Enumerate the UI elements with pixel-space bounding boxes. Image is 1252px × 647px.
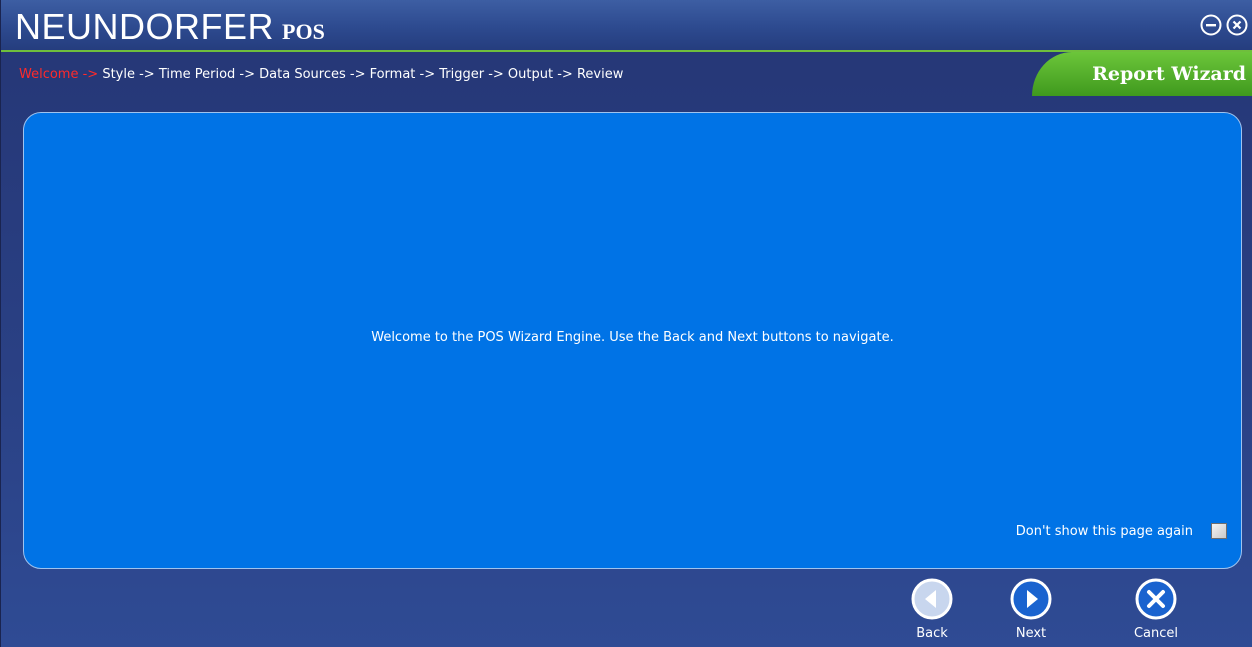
wizard-steps-breadcrumb: Welcome -> Style -> Time Period -> Data …	[19, 66, 623, 84]
report-wizard-tab: Report Wizard	[1032, 52, 1252, 96]
minimize-icon[interactable]	[1199, 13, 1223, 37]
app-logo: NEUNDORFER POS	[15, 6, 325, 48]
welcome-message: Welcome to the POS Wizard Engine. Use th…	[371, 330, 894, 345]
breadcrumb-active-step: Welcome ->	[19, 67, 99, 82]
dont-show-checkbox[interactable]	[1211, 523, 1227, 539]
next-button[interactable]: Next	[996, 578, 1066, 641]
next-label: Next	[1015, 626, 1047, 641]
back-arrow-icon	[911, 578, 953, 620]
window-controls	[1199, 13, 1249, 37]
wizard-window: NEUNDORFER POS Welcome -> Style -> Time …	[0, 0, 1252, 647]
close-icon[interactable]	[1225, 13, 1249, 37]
title-bar: NEUNDORFER POS	[1, 0, 1252, 52]
nav-buttons: Back Next Cancel	[1, 578, 1252, 647]
brand-name: NEUNDORFER	[15, 6, 275, 47]
wizard-tab-label: Report Wizard	[1092, 63, 1246, 85]
breadcrumb-remaining-steps: Style -> Time Period -> Data Sources -> …	[98, 67, 624, 82]
back-button[interactable]: Back	[897, 578, 967, 641]
cancel-label: Cancel	[1133, 626, 1179, 641]
next-arrow-icon	[1010, 578, 1052, 620]
brand-suffix: POS	[282, 19, 325, 44]
content-panel: Welcome to the POS Wizard Engine. Use th…	[23, 112, 1242, 569]
cancel-button[interactable]: Cancel	[1121, 578, 1191, 641]
back-label: Back	[916, 626, 948, 641]
cancel-x-icon	[1135, 578, 1177, 620]
dont-show-label: Don't show this page again	[1015, 523, 1193, 539]
dont-show-option: Don't show this page again	[1016, 523, 1227, 539]
